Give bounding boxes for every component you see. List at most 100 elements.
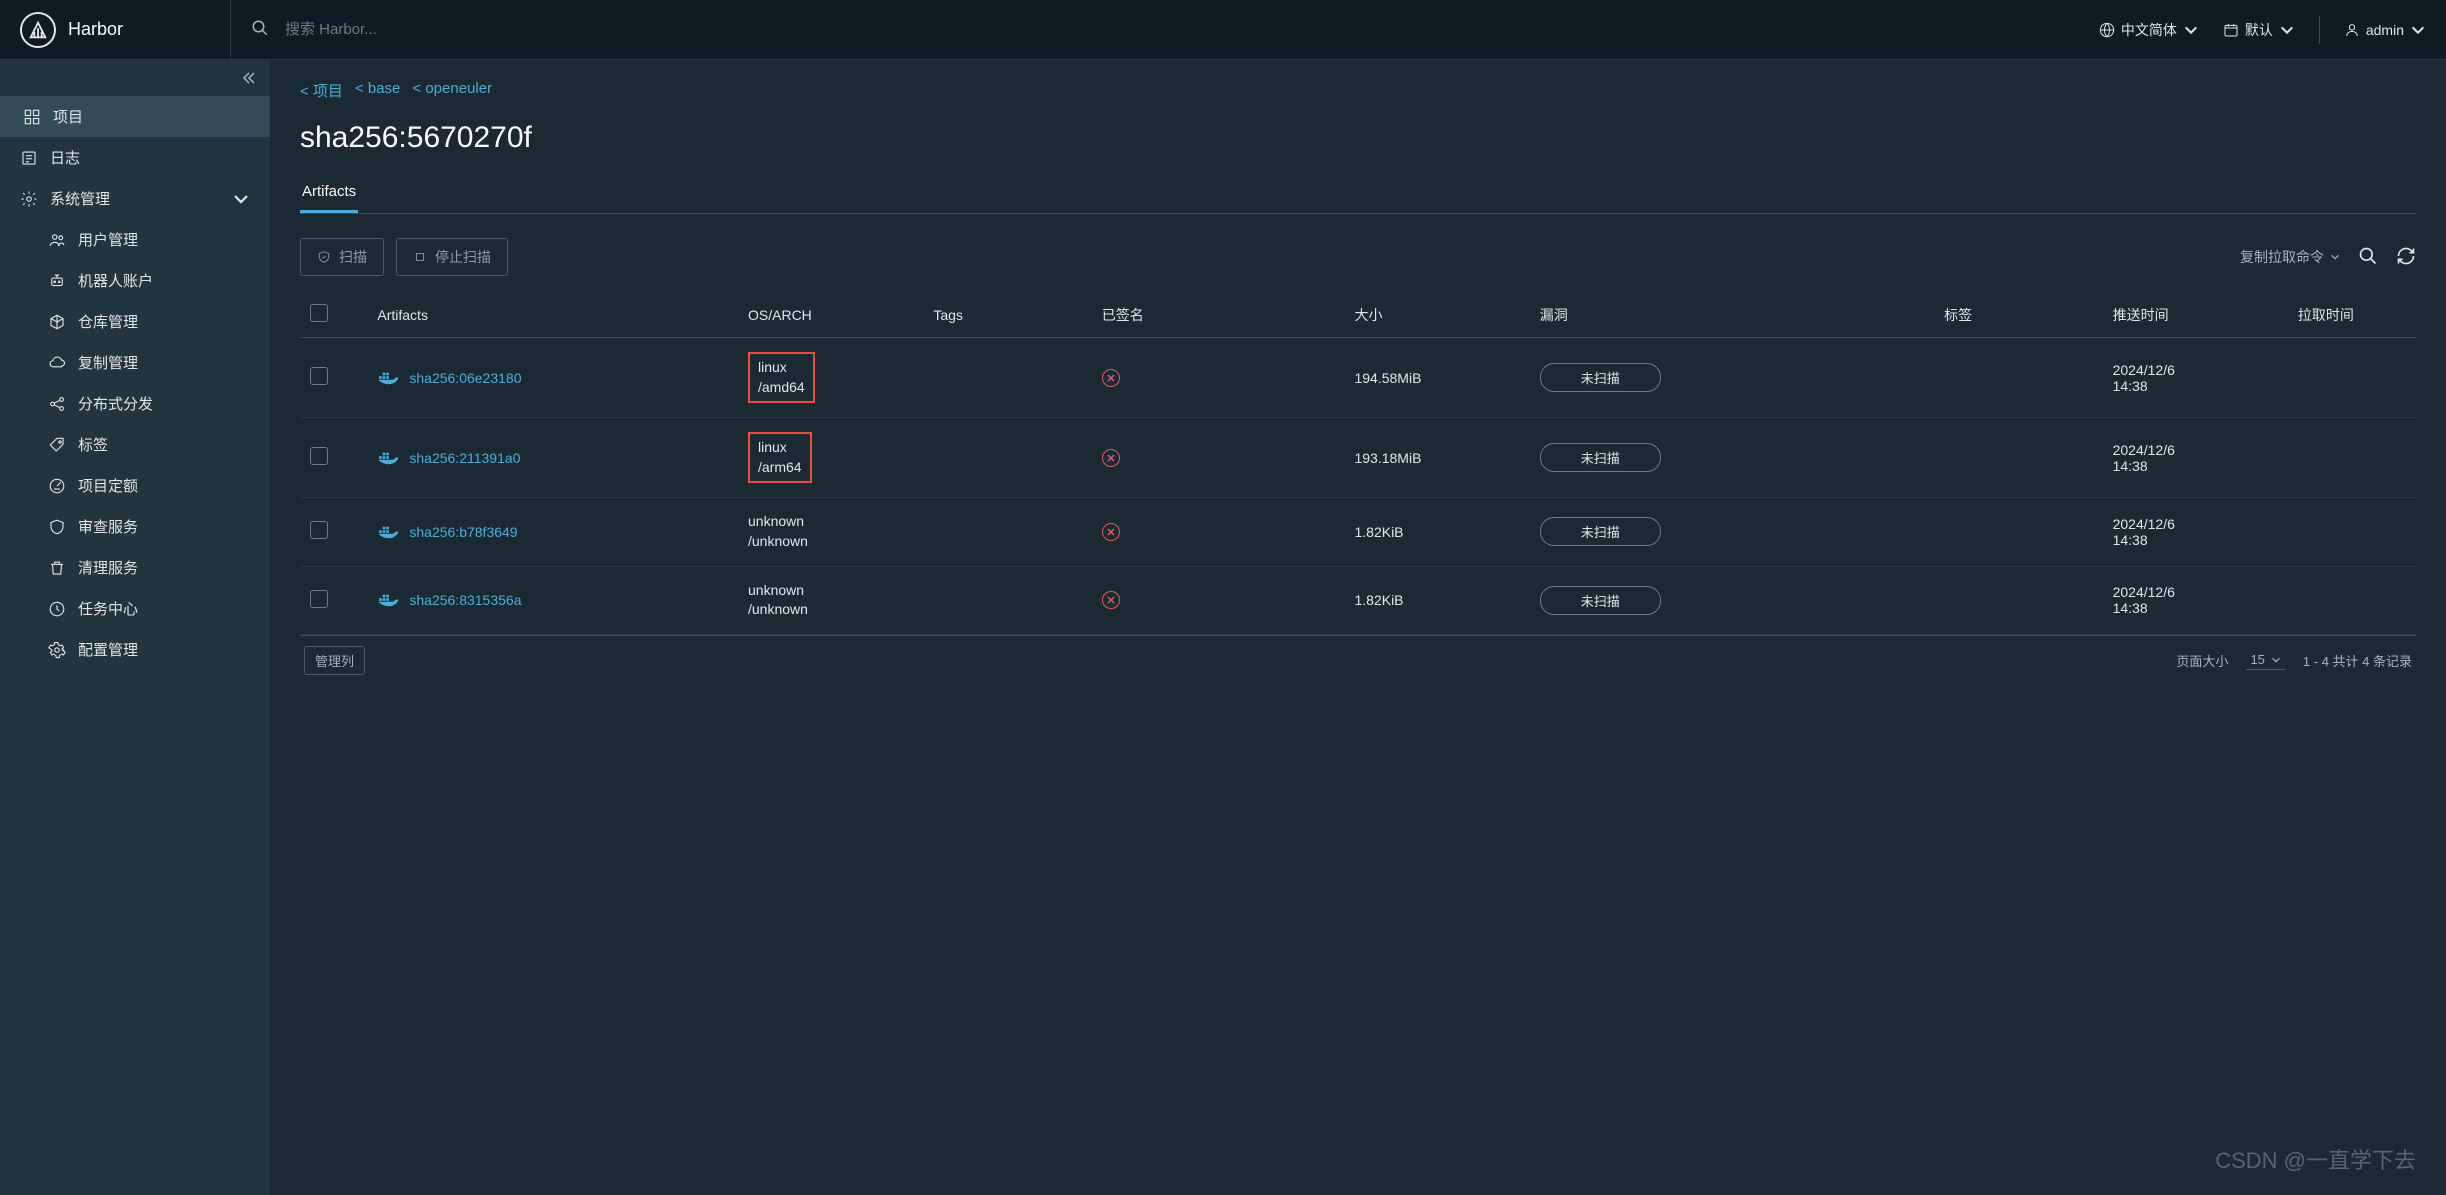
main-content: < 项目 < base < openeuler sha256:5670270f …	[270, 60, 2446, 1195]
os-arch: unknown/unknown	[748, 513, 808, 549]
theme-selector[interactable]: 默认	[2223, 20, 2295, 40]
artifact-digest: sha256:06e23180	[409, 370, 521, 386]
harbor-logo-icon	[20, 12, 56, 48]
breadcrumb-projects[interactable]: < 项目	[300, 80, 343, 101]
artifact-link[interactable]: sha256:b78f3649	[377, 524, 728, 540]
sidebar-collapse-button[interactable]	[0, 60, 270, 96]
refresh-icon	[2396, 246, 2416, 266]
shield-check-icon	[317, 250, 331, 264]
docker-icon	[377, 592, 399, 608]
vuln-status: 未扫描	[1540, 586, 1661, 615]
cog-icon	[20, 190, 38, 208]
col-header-tags[interactable]: Tags	[923, 292, 1091, 338]
artifact-digest: sha256:211391a0	[409, 450, 520, 466]
table-header-row: Artifacts OS/ARCH Tags 已签名 大小 漏洞 标签 推送时间…	[300, 292, 2416, 338]
artifact-digest: sha256:8315356a	[409, 592, 521, 608]
sidebar: 项目 日志 系统管理 用户管理 机器人账户 仓库管理	[0, 60, 270, 1195]
unsigned-icon	[1102, 591, 1120, 609]
vuln-status: 未扫描	[1540, 363, 1661, 392]
vuln-status: 未扫描	[1540, 517, 1661, 546]
col-header-pulltime[interactable]: 拉取时间	[2288, 292, 2416, 338]
select-all-checkbox[interactable]	[310, 304, 328, 322]
sidebar-item-replication[interactable]: 复制管理	[0, 342, 270, 383]
sidebar-item-quotas[interactable]: 项目定额	[0, 465, 270, 506]
sidebar-item-registries[interactable]: 仓库管理	[0, 301, 270, 342]
manage-columns-button[interactable]: 管理列	[304, 646, 365, 675]
sidebar-item-cleanup[interactable]: 清理服务	[0, 547, 270, 588]
sidebar-item-logs[interactable]: 日志	[0, 137, 270, 178]
page-size-label: 页面大小	[2176, 651, 2228, 670]
tabs: Artifacts	[300, 175, 2416, 214]
page-size-selector[interactable]: 15	[2246, 650, 2284, 670]
unsigned-icon	[1102, 449, 1120, 467]
sidebar-item-admin[interactable]: 系统管理	[0, 178, 270, 219]
sidebar-item-projects[interactable]: 项目	[0, 96, 270, 137]
col-header-vulns[interactable]: 漏洞	[1530, 292, 1934, 338]
col-header-osarch[interactable]: OS/ARCH	[738, 292, 923, 338]
col-header-size[interactable]: 大小	[1344, 292, 1529, 338]
artifact-digest: sha256:b78f3649	[409, 524, 517, 540]
robot-icon	[48, 272, 66, 290]
artifact-link[interactable]: sha256:8315356a	[377, 592, 728, 608]
col-header-pushtime[interactable]: 推送时间	[2103, 292, 2288, 338]
pull-command-dropdown[interactable]: 复制拉取命令	[2240, 247, 2340, 267]
search-area	[230, 0, 2079, 59]
grid-icon	[23, 108, 41, 126]
push-time: 2024/12/614:38	[2103, 566, 2288, 634]
chevron-down-icon	[2279, 22, 2295, 38]
language-selector[interactable]: 中文简体	[2099, 20, 2199, 40]
row-checkbox[interactable]	[310, 367, 328, 385]
dashboard-icon	[48, 600, 66, 618]
header-right: 中文简体 默认 admin	[2079, 16, 2426, 44]
sidebar-item-interrogation[interactable]: 审查服务	[0, 506, 270, 547]
artifact-size: 194.58MiB	[1344, 338, 1529, 418]
chevron-down-icon	[2410, 22, 2426, 38]
page-title: sha256:5670270f	[300, 121, 2416, 155]
row-checkbox[interactable]	[310, 447, 328, 465]
artifact-size: 193.18MiB	[1344, 418, 1529, 498]
search-toggle-button[interactable]	[2358, 246, 2378, 269]
sidebar-item-config[interactable]: 配置管理	[0, 629, 270, 670]
app-name: Harbor	[68, 19, 123, 40]
os-arch: linux/amd64	[748, 352, 815, 403]
header: Harbor 中文简体 默认 admin	[0, 0, 2446, 60]
unsigned-icon	[1102, 369, 1120, 387]
search-input[interactable]	[277, 13, 2079, 46]
sidebar-item-robots[interactable]: 机器人账户	[0, 260, 270, 301]
push-time: 2024/12/614:38	[2103, 498, 2288, 566]
share-icon	[48, 395, 66, 413]
sidebar-item-labels[interactable]: 标签	[0, 424, 270, 465]
breadcrumb: < 项目 < base < openeuler	[300, 80, 2416, 101]
refresh-button[interactable]	[2396, 246, 2416, 269]
breadcrumb-openeuler[interactable]: < openeuler	[412, 80, 492, 101]
col-header-artifacts[interactable]: Artifacts	[367, 292, 738, 338]
tab-artifacts[interactable]: Artifacts	[300, 175, 358, 213]
scan-button[interactable]: 扫描	[300, 238, 384, 276]
cloud-icon	[48, 354, 66, 372]
table-footer: 管理列 页面大小 15 1 - 4 共计 4 条记录	[300, 635, 2416, 685]
user-menu[interactable]: admin	[2344, 22, 2426, 38]
breadcrumb-base[interactable]: < base	[355, 80, 400, 101]
docker-icon	[377, 524, 399, 540]
stop-icon	[413, 250, 427, 264]
artifact-size: 1.82KiB	[1344, 498, 1529, 566]
sidebar-item-jobs[interactable]: 任务中心	[0, 588, 270, 629]
artifact-link[interactable]: sha256:211391a0	[377, 450, 728, 466]
chevron-down-icon	[2183, 22, 2199, 38]
col-header-signed[interactable]: 已签名	[1092, 292, 1345, 338]
search-icon	[251, 19, 269, 40]
gauge-icon	[48, 477, 66, 495]
row-checkbox[interactable]	[310, 521, 328, 539]
chevron-down-icon	[2271, 655, 2281, 665]
artifacts-table: Artifacts OS/ARCH Tags 已签名 大小 漏洞 标签 推送时间…	[300, 292, 2416, 635]
artifact-link[interactable]: sha256:06e23180	[377, 370, 728, 386]
row-checkbox[interactable]	[310, 590, 328, 608]
sidebar-item-users[interactable]: 用户管理	[0, 219, 270, 260]
vuln-status: 未扫描	[1540, 443, 1661, 472]
stop-scan-button[interactable]: 停止扫描	[396, 238, 508, 276]
col-header-labels[interactable]: 标签	[1934, 292, 2102, 338]
list-icon	[20, 149, 38, 167]
table-row: sha256:b78f3649 unknown/unknown 1.82KiB …	[300, 498, 2416, 566]
unsigned-icon	[1102, 523, 1120, 541]
sidebar-item-distribution[interactable]: 分布式分发	[0, 383, 270, 424]
